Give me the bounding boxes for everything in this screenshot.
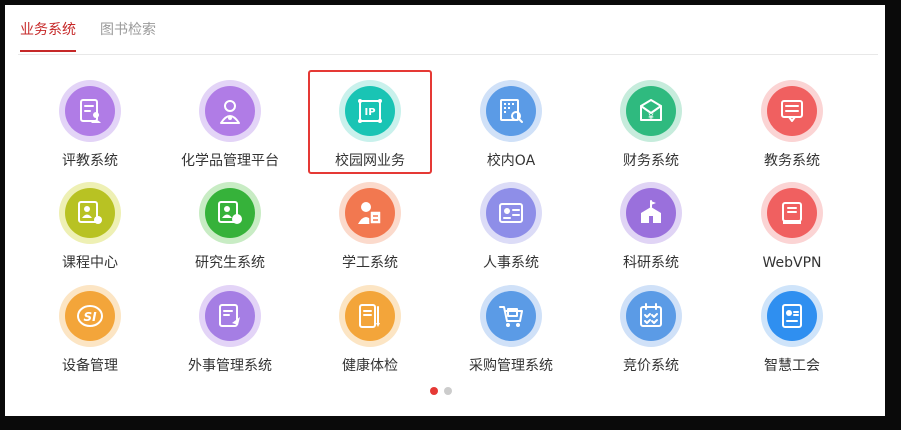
app-label: 校园网业务 [335, 153, 405, 169]
ip-network-icon: IP [345, 86, 395, 136]
svg-text:SI: SI [83, 310, 97, 324]
app-label: 人事系统 [483, 255, 539, 271]
app-icon-ring [199, 182, 261, 244]
app-icon-ring [59, 182, 121, 244]
page-dot[interactable] [444, 387, 452, 395]
app-icon-ring [480, 80, 542, 142]
app-icon-ring: SI [59, 285, 121, 347]
app-tile[interactable]: 研究生系统 [170, 182, 290, 282]
app-tile[interactable]: 采购管理系统 [451, 285, 571, 385]
app-icon-ring [199, 285, 261, 347]
app-tile[interactable]: 化学品管理平台 [170, 80, 290, 180]
academic-icon [767, 86, 817, 136]
purchase-icon [486, 291, 536, 341]
graduate-icon [205, 188, 255, 238]
foreign-affairs-icon [205, 291, 255, 341]
app-label: 财务系统 [623, 153, 679, 169]
personnel-icon [486, 188, 536, 238]
svg-text:¥: ¥ [648, 113, 654, 123]
app-tile[interactable]: SI 设备管理 [30, 285, 150, 385]
svg-text:IP: IP [364, 107, 375, 118]
evaluation-icon [65, 86, 115, 136]
carousel-pagination [430, 387, 452, 397]
app-tile[interactable]: 课程中心 [30, 182, 150, 282]
app-icon-ring: ¥ [620, 80, 682, 142]
app-label: 科研系统 [623, 255, 679, 271]
app-label: 研究生系统 [195, 255, 265, 271]
app-tile[interactable]: 健康体检 [310, 285, 430, 385]
app-label: 健康体检 [342, 358, 398, 374]
app-icon-ring [339, 182, 401, 244]
app-label: 采购管理系统 [469, 358, 553, 374]
app-icon-ring [620, 285, 682, 347]
app-label: 校内OA [486, 153, 536, 169]
app-label: 竞价系统 [623, 358, 679, 374]
bidding-icon [626, 291, 676, 341]
app-icon-ring [339, 285, 401, 347]
app-tile[interactable]: 人事系统 [451, 182, 571, 282]
app-tile[interactable]: ¥ 财务系统 [591, 80, 711, 180]
app-tile[interactable]: 科研系统 [591, 182, 711, 282]
app-icon-ring [480, 182, 542, 244]
app-tile[interactable]: IP 校园网业务 [310, 80, 430, 180]
app-tile[interactable]: 学工系统 [310, 182, 430, 282]
app-grid: 评教系统 化学品管理平台 IP 校园网业务 校内OA ¥ 财务系统 教务系统课程中心 研究生系统… [0, 0, 901, 430]
app-label: 设备管理 [62, 358, 118, 374]
app-tile[interactable]: 评教系统 [30, 80, 150, 180]
research-icon [626, 188, 676, 238]
app-label: 评教系统 [62, 153, 118, 169]
course-icon [65, 188, 115, 238]
app-label: 学工系统 [342, 255, 398, 271]
app-icon-ring [480, 285, 542, 347]
app-icon-ring [761, 182, 823, 244]
app-label: 智慧工会 [764, 358, 820, 374]
app-tile[interactable]: 教务系统 [732, 80, 852, 180]
app-icon-ring [761, 285, 823, 347]
health-check-icon [345, 291, 395, 341]
union-icon [767, 291, 817, 341]
app-label: 化学品管理平台 [181, 153, 279, 169]
app-icon-ring: IP [339, 80, 401, 142]
app-tile[interactable]: 竞价系统 [591, 285, 711, 385]
equipment-icon: SI [65, 291, 115, 341]
student-affairs-icon [345, 188, 395, 238]
app-tile[interactable]: 校内OA [451, 80, 571, 180]
app-icon-ring [59, 80, 121, 142]
app-label: 外事管理系统 [188, 358, 272, 374]
app-tile[interactable]: 智慧工会 [732, 285, 852, 385]
app-icon-ring [620, 182, 682, 244]
app-tile[interactable]: WebVPN [732, 182, 852, 282]
app-label: WebVPN [762, 255, 822, 271]
app-icon-ring [199, 80, 261, 142]
app-label: 教务系统 [764, 153, 820, 169]
app-icon-ring [761, 80, 823, 142]
app-tile[interactable]: 外事管理系统 [170, 285, 290, 385]
chemical-user-icon [205, 86, 255, 136]
webvpn-icon [767, 188, 817, 238]
page-dot-active[interactable] [430, 387, 438, 395]
app-label: 课程中心 [62, 255, 118, 271]
oa-search-icon [486, 86, 536, 136]
finance-icon: ¥ [626, 86, 676, 136]
